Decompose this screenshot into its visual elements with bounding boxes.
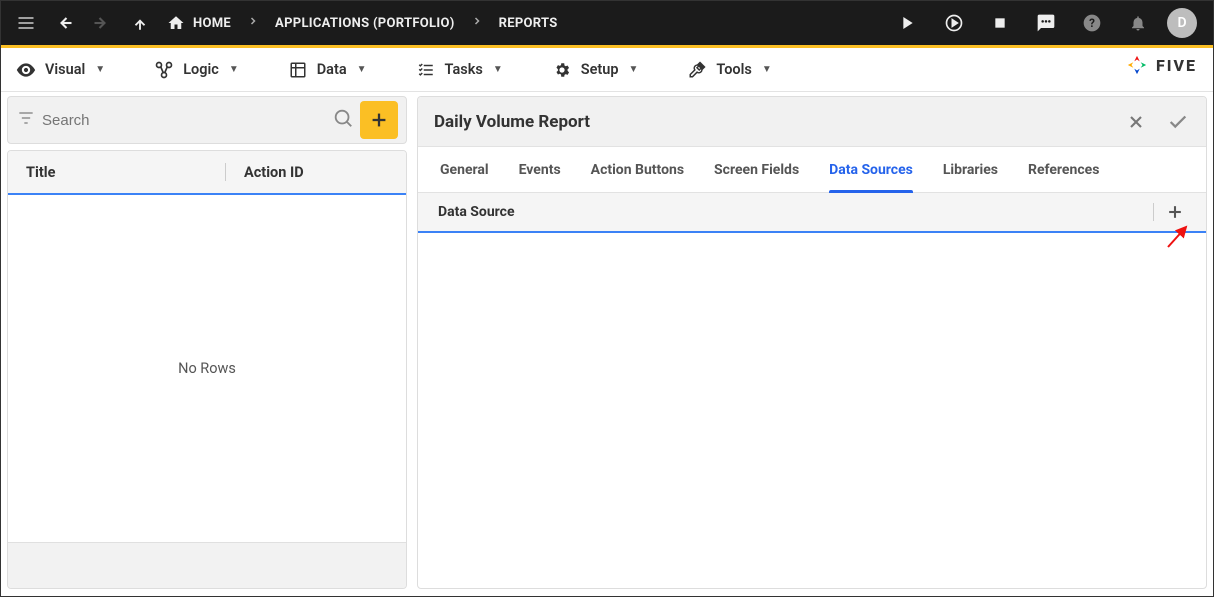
menu-data[interactable]: Data▼ <box>283 55 371 85</box>
list-header: Title Action ID <box>8 151 406 195</box>
left-pane: Title Action ID No Rows <box>7 96 407 589</box>
eye-icon <box>15 59 37 81</box>
list-card: Title Action ID No Rows <box>7 150 407 589</box>
tab-screen-fields[interactable]: Screen Fields <box>714 147 799 192</box>
debug-icon[interactable] <box>937 6 971 40</box>
list-footer <box>8 542 406 588</box>
sub-header: Data Source <box>418 193 1206 233</box>
search-bar <box>7 96 407 144</box>
tab-action-buttons[interactable]: Action Buttons <box>591 147 684 192</box>
menu-setup[interactable]: Setup▼ <box>547 55 643 85</box>
col-title[interactable]: Title <box>8 164 225 181</box>
right-header: Daily Volume Report <box>418 97 1206 147</box>
page-title: Daily Volume Report <box>434 112 590 132</box>
breadcrumb-reports[interactable]: REPORTS <box>499 16 558 31</box>
play-icon[interactable] <box>891 6 925 40</box>
tab-libraries[interactable]: Libraries <box>943 147 998 192</box>
stop-icon[interactable] <box>983 6 1017 40</box>
menu-icon[interactable] <box>9 6 43 40</box>
help-icon[interactable]: ? <box>1075 6 1109 40</box>
table-icon <box>287 59 309 81</box>
tools-icon <box>686 59 708 81</box>
breadcrumb-applications[interactable]: APPLICATIONS (PORTFOLIO) <box>275 16 455 31</box>
col-action-id[interactable]: Action ID <box>226 164 406 181</box>
sub-header-label: Data Source <box>438 204 515 220</box>
check-icon[interactable] <box>1166 110 1190 134</box>
add-item-button[interactable] <box>360 101 398 139</box>
chevron-right-icon <box>463 15 491 31</box>
right-pane: Daily Volume Report General Events Actio… <box>417 96 1207 589</box>
menubar: Visual▼ Logic▼ Data▼ Tasks▼ Setup▼ Tools… <box>1 48 1213 92</box>
menu-visual[interactable]: Visual▼ <box>11 55 109 85</box>
logic-icon <box>153 59 175 81</box>
checklist-icon <box>415 59 437 81</box>
annotation-arrow <box>1164 221 1194 251</box>
close-icon[interactable] <box>1124 110 1148 134</box>
tab-references[interactable]: References <box>1028 147 1099 192</box>
list-empty-state: No Rows <box>8 195 406 542</box>
bell-icon[interactable] <box>1121 6 1155 40</box>
tab-data-sources[interactable]: Data Sources <box>829 147 913 192</box>
filter-icon[interactable] <box>16 108 36 132</box>
breadcrumb-home[interactable]: HOME <box>193 16 231 31</box>
search-icon[interactable] <box>332 107 354 133</box>
svg-text:?: ? <box>1089 16 1095 30</box>
chat-icon[interactable] <box>1029 6 1063 40</box>
up-icon[interactable] <box>123 6 157 40</box>
brand-logo: FIVE <box>1126 54 1197 76</box>
content-area: Title Action ID No Rows Daily Volume Rep… <box>1 92 1213 593</box>
avatar[interactable]: D <box>1167 8 1197 38</box>
back-icon[interactable] <box>47 6 81 40</box>
chevron-right-icon <box>239 15 267 31</box>
search-input[interactable] <box>42 112 326 129</box>
forward-icon <box>85 6 119 40</box>
tab-general[interactable]: General <box>440 147 489 192</box>
menu-tasks[interactable]: Tasks▼ <box>411 55 507 85</box>
topbar: HOME APPLICATIONS (PORTFOLIO) REPORTS ? <box>1 1 1213 48</box>
gear-icon <box>551 59 573 81</box>
home-icon[interactable] <box>167 14 185 32</box>
menu-tools[interactable]: Tools▼ <box>682 55 775 85</box>
tabs: General Events Action Buttons Screen Fie… <box>418 147 1206 193</box>
tab-events[interactable]: Events <box>519 147 561 192</box>
menu-logic[interactable]: Logic▼ <box>149 55 243 85</box>
add-data-source-button[interactable] <box>1164 201 1186 223</box>
